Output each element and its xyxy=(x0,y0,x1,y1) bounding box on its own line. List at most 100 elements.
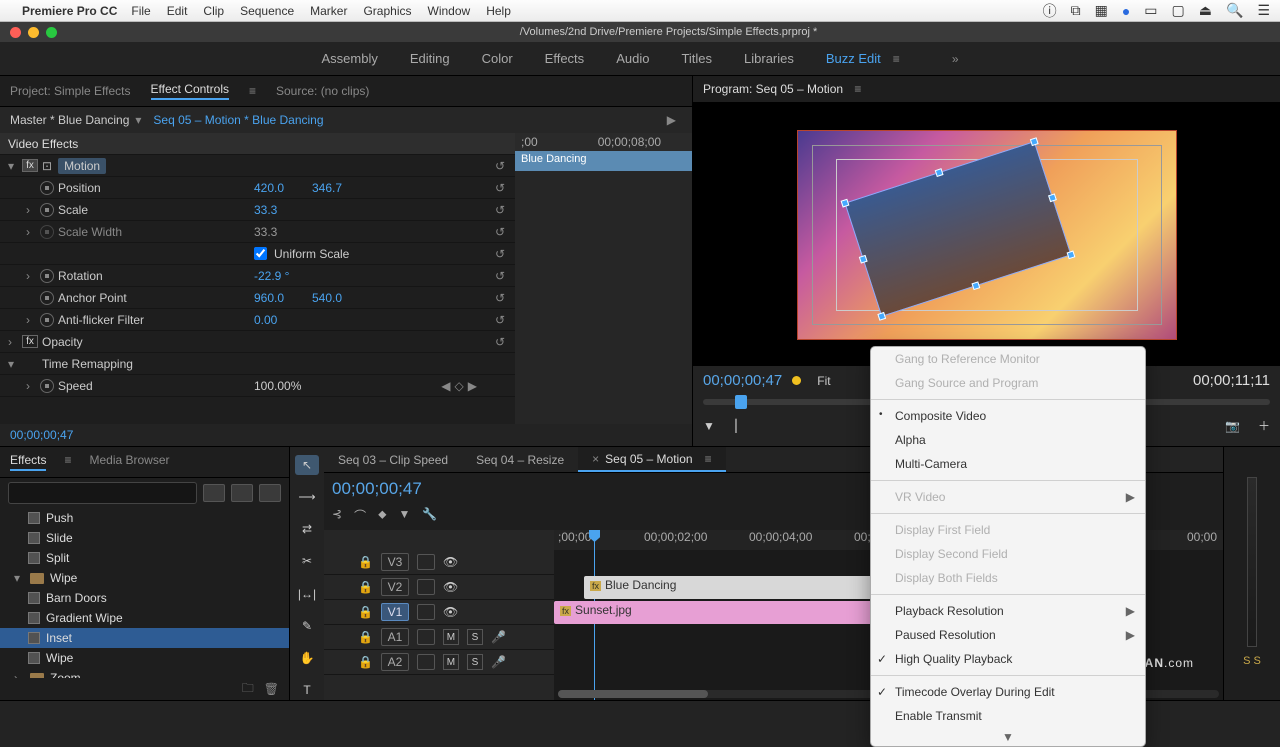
ec-speed-value[interactable]: 100.00% xyxy=(254,379,301,393)
ctx-paused-resolution[interactable]: Paused Resolution▶ xyxy=(871,623,1145,647)
folder-zoom[interactable]: ›Zoom xyxy=(0,668,289,678)
next-keyframe-icon[interactable]: ▶ xyxy=(468,379,477,393)
program-current-timecode[interactable]: 00;00;00;47 xyxy=(703,372,782,389)
ctx-enable-transmit[interactable]: Enable Transmit xyxy=(871,704,1145,728)
keyframe-toggle-icon[interactable] xyxy=(40,225,54,239)
ec-timeline-clip[interactable]: Blue Dancing xyxy=(515,151,692,171)
keyframe-toggle-icon[interactable] xyxy=(40,379,54,393)
ec-position-x[interactable]: 420.0 xyxy=(254,181,284,195)
program-preview[interactable] xyxy=(693,103,1280,366)
workspace-assembly[interactable]: Assembly xyxy=(321,51,377,66)
mark-in-icon[interactable]: ▼ xyxy=(703,419,715,433)
ec-timeremap-row[interactable]: ▾fx Time Remapping xyxy=(0,353,515,375)
effect-push[interactable]: Push xyxy=(0,508,289,528)
keyframe-toggle-icon[interactable] xyxy=(40,269,54,283)
track-v1-header[interactable]: 🔒V1👁 xyxy=(324,600,554,625)
menubar-cc-icon[interactable]: ▦ xyxy=(1095,2,1108,19)
filter-32bit-icon[interactable] xyxy=(231,484,253,502)
close-window-button[interactable] xyxy=(10,27,21,38)
toggle-output-icon[interactable] xyxy=(417,579,435,595)
menubar-dropbox-icon[interactable]: ⧉ xyxy=(1071,2,1081,19)
eye-icon[interactable]: 👁 xyxy=(443,580,458,594)
workspace-effects[interactable]: Effects xyxy=(545,51,585,66)
track-v3-header[interactable]: 🔒V3👁 xyxy=(324,550,554,575)
track-select-tool-icon[interactable]: ⟶ xyxy=(295,487,319,507)
filter-accelerated-icon[interactable] xyxy=(203,484,225,502)
lock-icon[interactable]: 🔒 xyxy=(358,630,373,644)
effect-slide[interactable]: Slide xyxy=(0,528,289,548)
close-tab-icon[interactable]: × xyxy=(592,452,599,466)
timeline-timecode[interactable]: 00;00;00;47 xyxy=(332,479,422,499)
ctx-scroll-down-icon[interactable]: ▼ xyxy=(871,728,1145,746)
razor-tool-icon[interactable]: ✂ xyxy=(295,551,319,571)
keyframe-toggle-icon[interactable] xyxy=(40,313,54,327)
menubar-eject-icon[interactable]: ⏏ xyxy=(1199,2,1212,19)
reset-icon[interactable]: ↺ xyxy=(495,203,505,217)
lock-icon[interactable]: 🔒 xyxy=(358,655,373,669)
effect-barn-doors[interactable]: Barn Doors xyxy=(0,588,289,608)
reset-icon[interactable]: ↺ xyxy=(495,247,505,261)
keyframe-toggle-icon[interactable] xyxy=(40,203,54,217)
snap-icon[interactable]: ⊰ xyxy=(332,507,342,524)
reset-icon[interactable]: ↺ xyxy=(495,159,505,173)
menu-file[interactable]: File xyxy=(131,4,150,18)
workspace-titles[interactable]: Titles xyxy=(681,51,712,66)
trash-icon[interactable]: 🗑 xyxy=(264,682,279,696)
app-name[interactable]: Premiere Pro CC xyxy=(22,4,117,18)
effect-controls-menu-icon[interactable]: ≡ xyxy=(249,84,256,98)
keyframe-toggle-icon[interactable] xyxy=(40,291,54,305)
menubar-camera-icon[interactable]: ▭ xyxy=(1144,2,1157,19)
reset-icon[interactable]: ↺ xyxy=(495,225,505,239)
menubar-info-icon[interactable]: ⓘ xyxy=(1043,1,1057,21)
uniform-scale-checkbox[interactable] xyxy=(254,247,267,260)
ec-sequence-link[interactable]: Seq 05 – Motion * Blue Dancing xyxy=(153,113,323,127)
ec-rotation-value[interactable]: -22.9 ° xyxy=(254,269,289,283)
ctx-multi-camera[interactable]: Multi-Camera xyxy=(871,452,1145,476)
fx-badge-icon[interactable]: fx xyxy=(22,159,38,172)
timeline-tab-seq05[interactable]: ×Seq 05 – Motion≡ xyxy=(578,447,725,472)
workspace-buzz-edit[interactable]: Buzz Edit xyxy=(826,51,881,66)
tab-effect-controls[interactable]: Effect Controls xyxy=(151,82,229,100)
effect-gradient-wipe[interactable]: Gradient Wipe xyxy=(0,608,289,628)
tab-project[interactable]: Project: Simple Effects xyxy=(10,84,131,98)
ec-motion-row[interactable]: ▾fx ⊡ Motion ↺ xyxy=(0,155,515,177)
minimize-window-button[interactable] xyxy=(28,27,39,38)
marker-icon[interactable]: ▼ xyxy=(398,507,410,524)
selection-tool-icon[interactable]: ↖ xyxy=(295,455,319,475)
menubar-record-icon[interactable]: ● xyxy=(1122,3,1130,19)
ec-opacity-row[interactable]: ›fx Opacity ↺ xyxy=(0,331,515,353)
voiceover-icon[interactable]: 🎤 xyxy=(491,655,506,669)
menubar-airplay-icon[interactable]: ▢ xyxy=(1172,2,1185,19)
solo-button[interactable]: S xyxy=(467,629,483,645)
pen-tool-icon[interactable]: ✎ xyxy=(295,616,319,636)
ctx-alpha[interactable]: Alpha xyxy=(871,428,1145,452)
hand-tool-icon[interactable]: ✋ xyxy=(295,648,319,668)
effect-split[interactable]: Split xyxy=(0,548,289,568)
workspace-color[interactable]: Color xyxy=(482,51,513,66)
workspace-audio[interactable]: Audio xyxy=(616,51,649,66)
toggle-output-icon[interactable] xyxy=(417,554,435,570)
ctx-playback-resolution[interactable]: Playback Resolution▶ xyxy=(871,599,1145,623)
linked-selection-icon[interactable]: ⌒ xyxy=(354,507,366,524)
timeline-menu-icon[interactable]: ≡ xyxy=(705,452,712,466)
timeline-tab-seq04[interactable]: Seq 04 – Resize xyxy=(462,447,578,472)
add-marker-icon[interactable]: ⬥ xyxy=(378,507,386,524)
playhead-icon[interactable] xyxy=(735,395,747,409)
keyframe-toggle-icon[interactable] xyxy=(40,181,54,195)
effect-inset[interactable]: Inset xyxy=(0,628,289,648)
folder-wipe[interactable]: ▾Wipe xyxy=(0,568,289,588)
menubar-list-icon[interactable]: ☰ xyxy=(1257,2,1270,19)
effect-wipe[interactable]: Wipe xyxy=(0,648,289,668)
effects-menu-icon[interactable]: ≡ xyxy=(64,453,71,471)
menu-graphics[interactable]: Graphics xyxy=(363,4,411,18)
mute-button[interactable]: M xyxy=(443,629,459,645)
menu-help[interactable]: Help xyxy=(486,4,511,18)
tab-source[interactable]: Source: (no clips) xyxy=(276,84,369,98)
workspace-overflow-icon[interactable]: » xyxy=(952,52,959,66)
zoom-window-button[interactable] xyxy=(46,27,57,38)
reset-icon[interactable]: ↺ xyxy=(495,181,505,195)
menu-clip[interactable]: Clip xyxy=(203,4,224,18)
ec-anchor-y[interactable]: 540.0 xyxy=(312,291,342,305)
solo-indicators[interactable]: S S xyxy=(1243,655,1261,667)
timeline-tab-seq03[interactable]: Seq 03 – Clip Speed xyxy=(324,447,462,472)
